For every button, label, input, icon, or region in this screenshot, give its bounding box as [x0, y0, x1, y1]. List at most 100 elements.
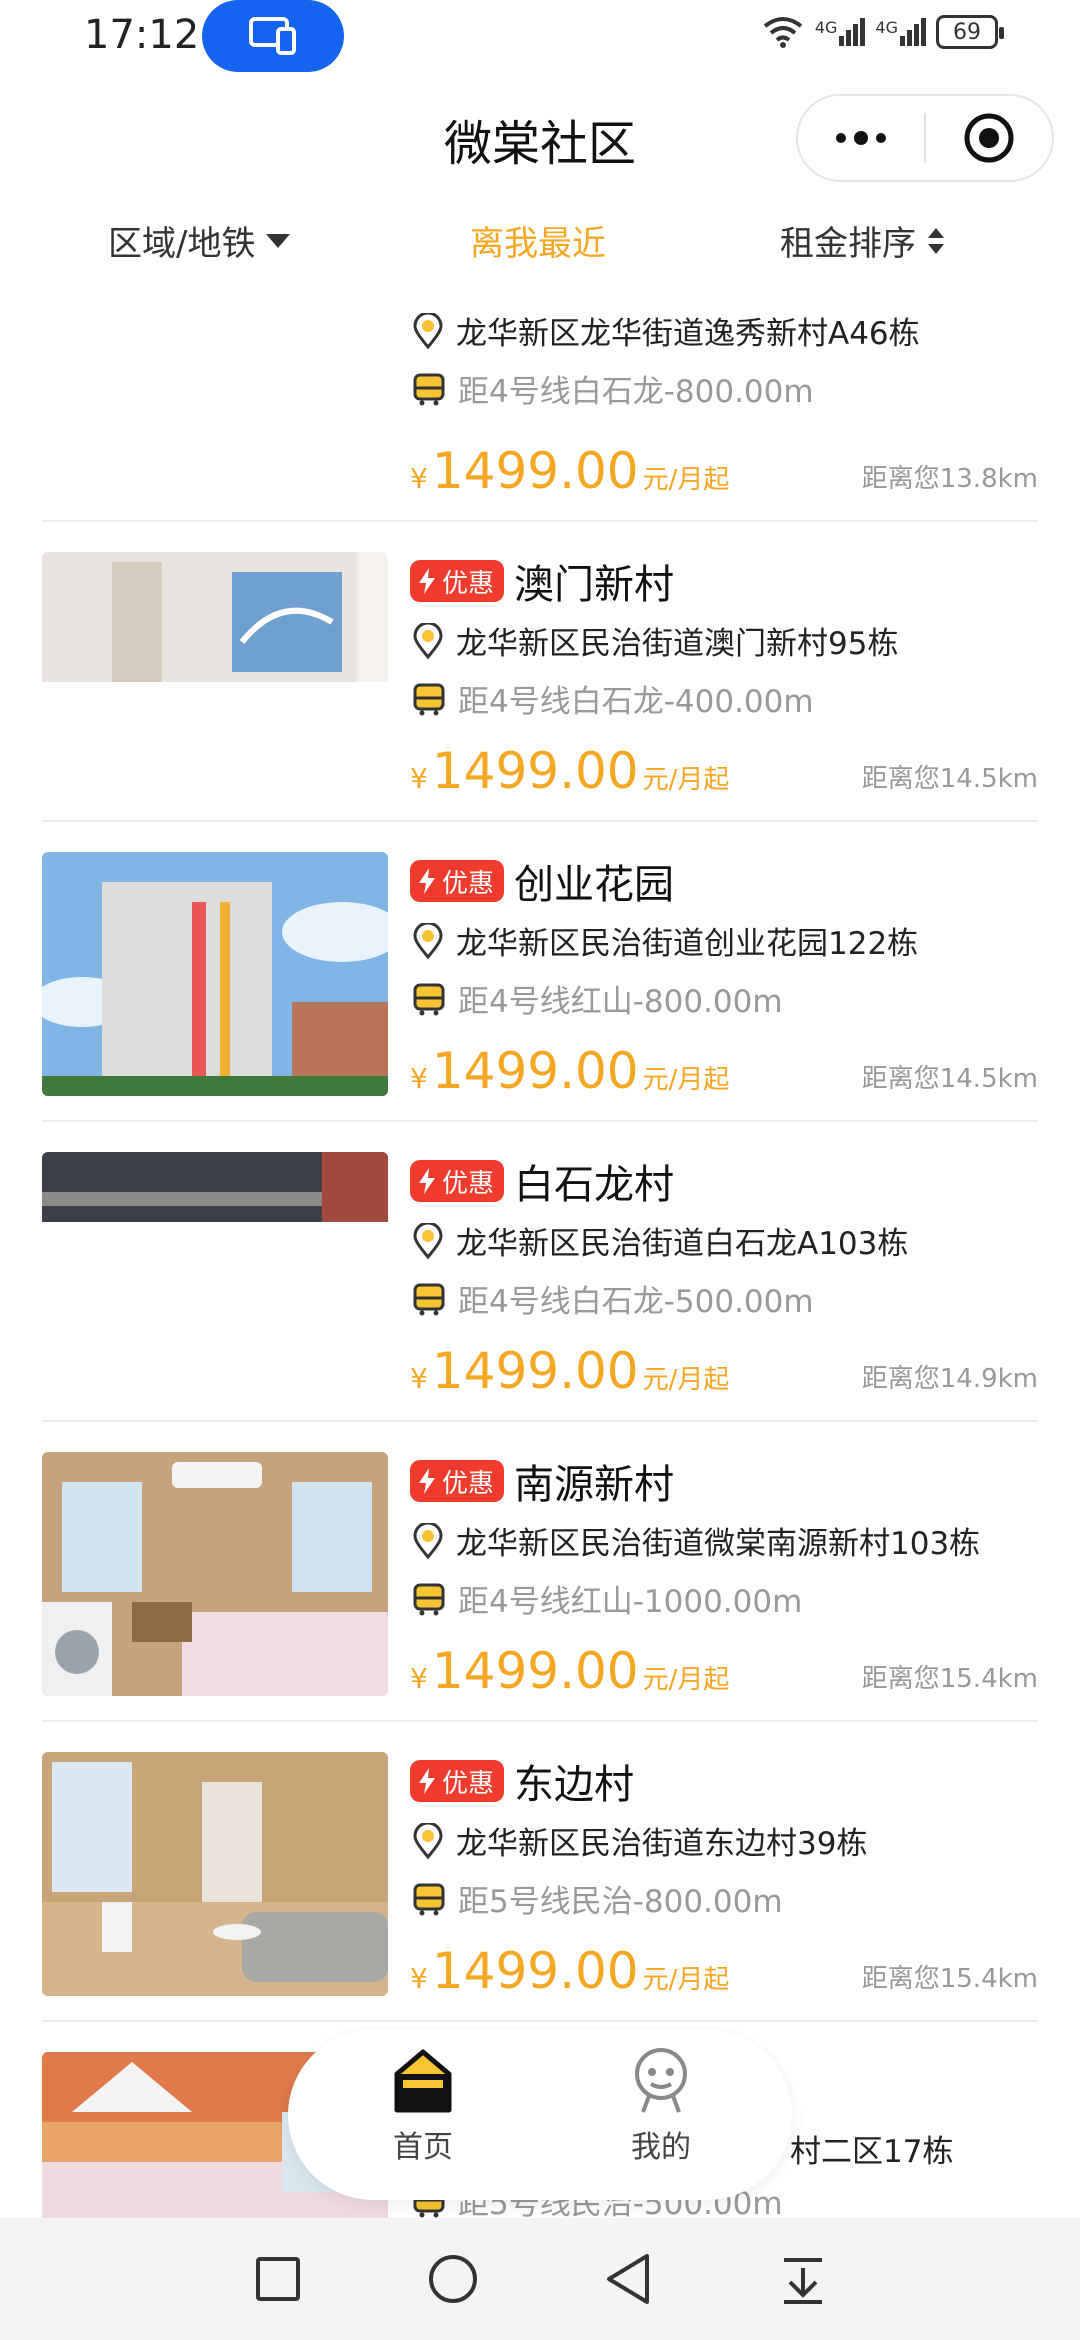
system-nav-bar [0, 2218, 1080, 2340]
title-row: 优惠 东边村 [410, 1752, 634, 1810]
status-icons: 4G 4G 69 [761, 14, 1004, 50]
lightning-icon [419, 1468, 435, 1494]
listing-card[interactable]: 优惠 澳门新村 龙华新区民治街道澳门新村95栋 距4号线白石龙-400.00m … [42, 522, 1038, 822]
battery-level: 69 [953, 19, 981, 45]
home-icon [394, 2049, 452, 2113]
pull-down-icon [783, 2258, 822, 2304]
price-value: 1499.00 [431, 1342, 639, 1400]
metro-row: 距4号线白石龙-400.00m [412, 676, 814, 721]
location-pin-icon [413, 622, 443, 659]
address-row: 龙华新区民治街道微棠南源新村103栋 [412, 1518, 980, 1563]
currency-symbol: ¥ [410, 1962, 428, 1995]
tab-home-label: 首页 [393, 2130, 453, 2165]
location-pin-icon [413, 922, 443, 959]
more-button[interactable] [798, 96, 924, 180]
signal-2-icon: 4G [875, 18, 926, 46]
currency-symbol: ¥ [410, 1662, 428, 1695]
price-row: ¥ 1499.00 元/月起 [410, 1342, 729, 1400]
listing-photo [42, 1452, 388, 1696]
listing-name: 澳门新村 [514, 562, 675, 608]
bus-icon [413, 373, 445, 405]
listing-card[interactable]: 优惠 东边村 龙华新区民治街道东边村39栋 距5号线民治-800.00m ¥ 1… [42, 1722, 1038, 2022]
lightning-icon [419, 1168, 435, 1194]
cast-icon [249, 17, 296, 55]
title-row: 优惠 澳门新村 [410, 552, 674, 610]
address-text: 村二区17栋 [790, 2134, 954, 2170]
miniapp-capsule [796, 94, 1054, 182]
metro-row: 距4号线红山-1000.00m [412, 1576, 802, 1621]
price-unit: 元/月起 [642, 465, 730, 495]
discount-badge: 优惠 [410, 560, 505, 602]
discount-badge: 优惠 [410, 1460, 505, 1502]
listing-name: 白石龙村 [514, 1162, 675, 1208]
distance-text: 距离您14.9km [861, 1364, 1038, 1394]
metro-text: 距4号线白石龙-500.00m [458, 1284, 814, 1320]
listing-photo [42, 852, 388, 1096]
metro-row: 距5号线民治-800.00m [412, 1876, 783, 1921]
distance-text: 距离您14.5km [861, 1064, 1038, 1094]
currency-symbol: ¥ [410, 1362, 428, 1395]
bus-icon [413, 1283, 445, 1315]
price-unit: 元/月起 [642, 1665, 730, 1695]
address-text: 龙华新区民治街道东边村39栋 [456, 1826, 868, 1862]
listing-name: 东边村 [514, 1762, 635, 1808]
listing-name: 南源新村 [514, 1462, 675, 1508]
bus-icon [413, 1583, 445, 1615]
more-dots-icon [836, 131, 886, 145]
listing-card[interactable]: 龙华新区龙华街道逸秀新村A46栋 距4号线白石龙-800.00m ¥ 1499.… [42, 246, 1038, 522]
price-value: 1499.00 [431, 1942, 639, 2000]
bus-icon [413, 983, 445, 1015]
back-button[interactable] [593, 2244, 663, 2314]
price-value: 1499.00 [431, 742, 639, 800]
price-value: 1499.00 [431, 442, 639, 500]
price-unit: 元/月起 [642, 1965, 730, 1995]
wifi-icon [763, 17, 803, 48]
metro-text: 距4号线红山-1000.00m [458, 1584, 803, 1620]
title-row: 优惠 白石龙村 [410, 1152, 674, 1210]
close-miniapp-button[interactable] [926, 96, 1052, 180]
listing-card[interactable]: 优惠 白石龙村 龙华新区民治街道白石龙A103栋 距4号线白石龙-500.00m… [42, 1122, 1038, 1422]
address-text: 龙华新区民治街道白石龙A103栋 [456, 1226, 909, 1262]
location-pin-icon [413, 1522, 443, 1559]
discount-badge: 优惠 [410, 860, 505, 902]
address-text: 龙华新区龙华街道逸秀新村A46栋 [456, 316, 920, 352]
price-row: ¥ 1499.00 元/月起 [410, 1642, 729, 1700]
notification-drawer-button[interactable] [768, 2244, 838, 2314]
listing-card[interactable]: 优惠 南源新村 龙华新区民治街道微棠南源新村103栋 距4号线红山-1000.0… [42, 1422, 1038, 1722]
triangle-back-icon [606, 2254, 649, 2304]
currency-symbol: ¥ [410, 462, 428, 495]
listing-photo [42, 1152, 388, 1396]
distance-text: 距离您13.8km [861, 464, 1038, 494]
square-icon [255, 2257, 300, 2301]
bus-icon [413, 683, 445, 715]
recents-button[interactable] [243, 2244, 313, 2314]
listing-card[interactable]: 优惠 创业花园 龙华新区民治街道创业花园122栋 距4号线红山-800.00m … [42, 822, 1038, 1122]
metro-text: 距5号线民治-800.00m [458, 1884, 783, 1920]
tab-profile[interactable]: 我的 [586, 2046, 736, 2166]
tab-profile-label: 我的 [631, 2130, 691, 2165]
price-row: ¥ 1499.00 元/月起 [410, 742, 729, 800]
bus-icon [413, 1883, 445, 1915]
price-row: ¥ 1499.00 元/月起 [410, 1942, 729, 2000]
currency-symbol: ¥ [410, 1062, 428, 1095]
signal-1-icon: 4G [815, 18, 866, 46]
currency-symbol: ¥ [410, 762, 428, 795]
screen-cast-button[interactable] [202, 0, 344, 72]
metro-row: 距4号线白石龙-500.00m [412, 1276, 814, 1321]
bottom-tab-bar: 首页 我的 [288, 2030, 792, 2200]
lightning-icon [419, 868, 435, 894]
home-button[interactable] [418, 2244, 488, 2314]
listing-photo [42, 552, 388, 796]
address-row: 龙华新区龙华街道逸秀新村A46栋 [412, 308, 920, 353]
lightning-icon [419, 1768, 435, 1794]
address-row: 龙华新区民治街道东边村39栋 [412, 1818, 867, 1863]
distance-text: 距离您15.4km [861, 1664, 1038, 1694]
address-row: 村二区17栋 [790, 2126, 953, 2171]
price-row: ¥ 1499.00 元/月起 [410, 1042, 729, 1100]
price-value: 1499.00 [431, 1042, 639, 1100]
address-text: 龙华新区民治街道微棠南源新村103栋 [456, 1526, 981, 1562]
location-pin-icon [413, 1222, 443, 1259]
tab-home[interactable]: 首页 [348, 2046, 498, 2166]
discount-badge: 优惠 [410, 1160, 505, 1202]
distance-text: 距离您14.5km [861, 764, 1038, 794]
